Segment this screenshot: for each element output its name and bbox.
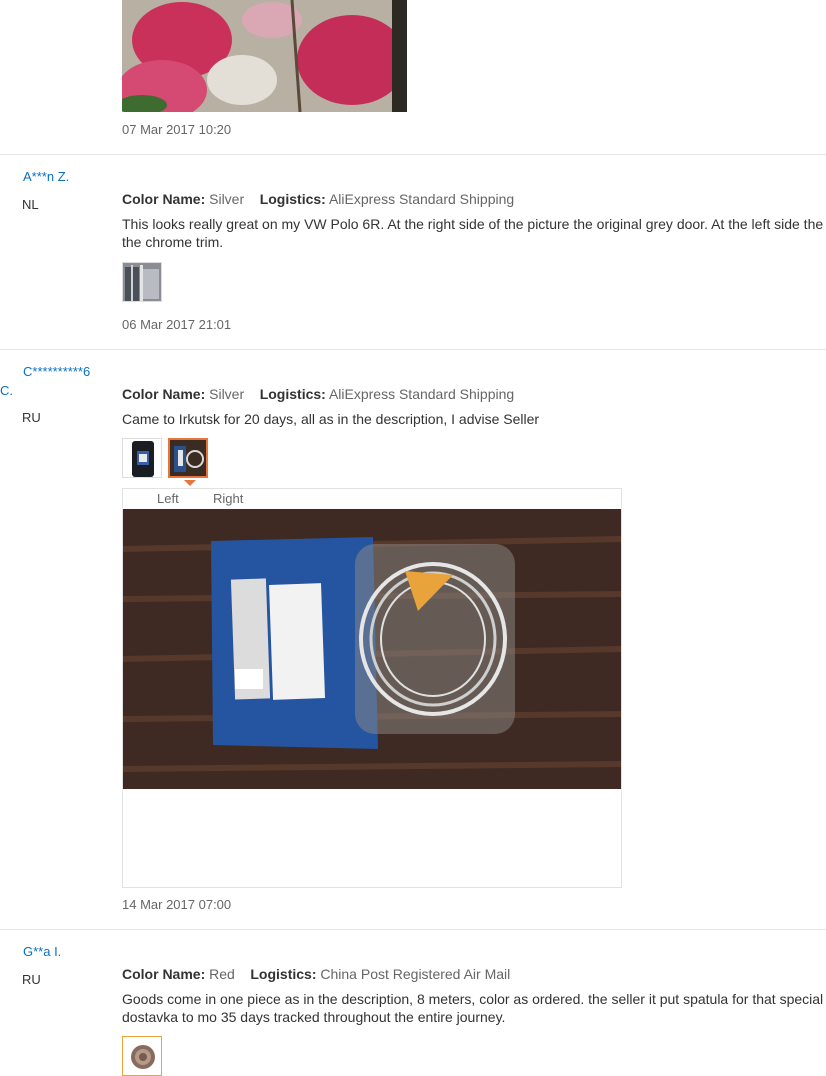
reviewer-country: RU (22, 410, 41, 425)
review-attributes: Color Name: Silver Logistics: AliExpress… (122, 191, 514, 207)
logistics-label: Logistics: (250, 966, 317, 982)
review-photo-thumbnail[interactable] (122, 438, 162, 478)
review-photo-thumbnail[interactable] (122, 262, 162, 302)
review-divider (0, 154, 826, 155)
reviewer-name[interactable]: A***n Z. (23, 169, 69, 184)
reviewer-country: NL (22, 197, 39, 212)
review-attributes: Color Name: Silver Logistics: AliExpress… (122, 386, 514, 402)
review-date: 06 Mar 2017 21:01 (122, 317, 232, 332)
review-photo-flowers[interactable] (122, 0, 407, 112)
logistics-value: AliExpress Standard Shipping (328, 386, 515, 402)
review-text-line: the chrome trim. (122, 234, 224, 250)
logistics-value: AliExpress Standard Shipping (328, 191, 515, 207)
review-text-line: Came to Irkutsk for 20 days, all as in t… (122, 411, 540, 427)
color-label: Color Name: (122, 191, 206, 207)
selected-thumbnail-caret (184, 480, 196, 486)
review-attributes: Color Name: Red Logistics: China Post Re… (122, 966, 510, 982)
review-photo-thumbnail[interactable] (122, 1036, 162, 1076)
review-date: 07 Mar 2017 10:20 (122, 122, 232, 137)
color-value: Silver (209, 191, 245, 207)
color-value: Silver (209, 386, 245, 402)
logistics-label: Logistics: (259, 191, 326, 207)
reviewer-name[interactable]: G**a I. (23, 944, 61, 959)
viewer-large-photo (123, 509, 621, 789)
logistics-label: Logistics: (259, 386, 326, 402)
color-value: Red (209, 966, 235, 982)
review-text-line: This looks really great on my VW Polo 6R… (122, 216, 826, 232)
reviewer-country: RU (22, 972, 41, 987)
viewer-left-button[interactable]: Left (157, 491, 179, 506)
review-divider (0, 349, 826, 350)
review-text-line: Goods come in one piece as in the descri… (122, 991, 826, 1007)
color-label: Color Name: (122, 386, 206, 402)
review-date: 14 Mar 2017 07:00 (122, 897, 232, 912)
review-divider (0, 929, 826, 930)
review-photo-thumbnail-selected[interactable] (168, 438, 208, 478)
photo-viewer: Left Right (122, 488, 622, 888)
review-text-line: dostavka to mo 35 days tracked throughou… (122, 1009, 506, 1025)
reviewer-name[interactable]: C**********6 (23, 364, 90, 379)
color-label: Color Name: (122, 966, 206, 982)
logistics-value: China Post Registered Air Mail (320, 966, 511, 982)
left-edge-fragment: C. (0, 383, 13, 398)
viewer-right-button[interactable]: Right (213, 491, 243, 506)
